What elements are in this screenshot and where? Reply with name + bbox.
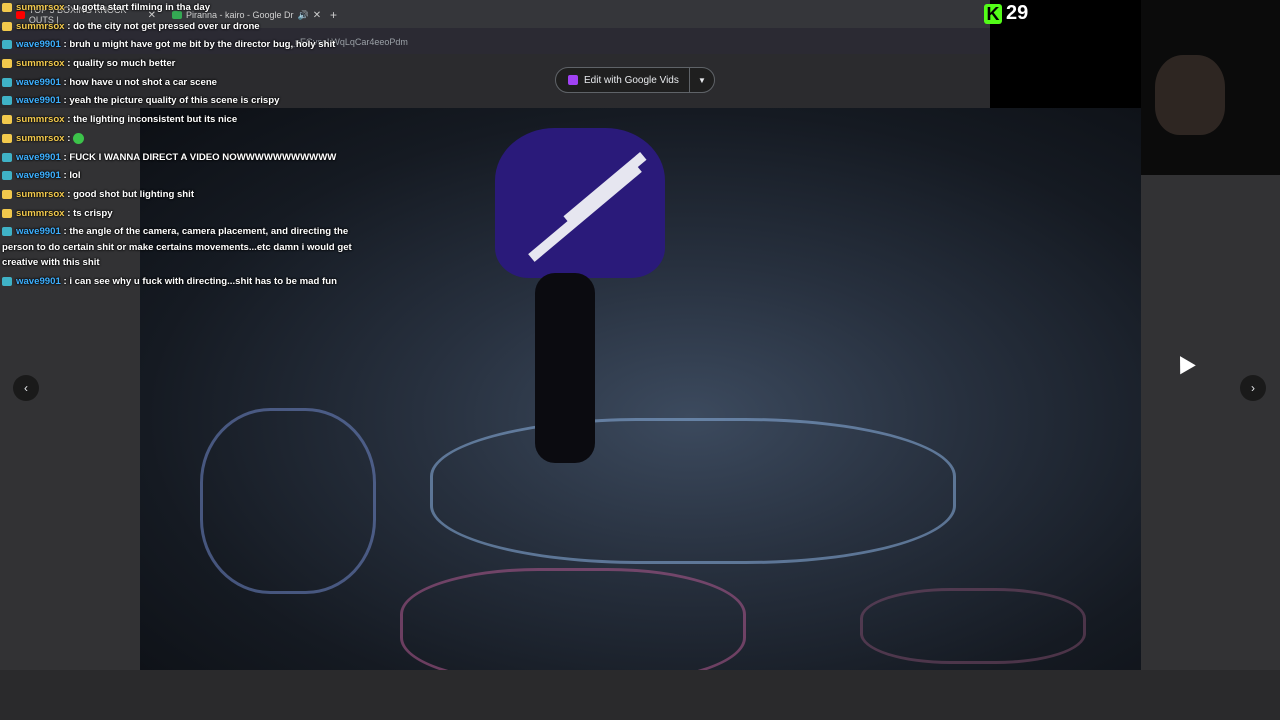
chat-message: summrsox : the lighting inconsistent but… — [2, 112, 362, 128]
drive-bottom-area — [0, 670, 1280, 720]
previous-file-button[interactable]: ‹ — [13, 375, 39, 401]
user-badge-icon — [2, 40, 12, 50]
user-badge-icon — [2, 152, 12, 162]
chat-text: : i can see why u fuck with directing...… — [63, 275, 337, 287]
next-file-button[interactable]: › — [1240, 375, 1266, 401]
chat-username: wave9901 — [16, 151, 61, 163]
chevron-left-icon: ‹ — [24, 381, 28, 395]
user-badge-icon — [2, 96, 12, 106]
user-badge-icon — [2, 77, 12, 87]
chat-text: : ts crispy — [67, 207, 113, 219]
chat-username: summrsox — [16, 58, 65, 70]
chat-text: : good shot but lighting shit — [67, 188, 195, 200]
chat-text: : bruh u might have got me bit by the di… — [63, 39, 336, 51]
webcam-feed — [1141, 0, 1280, 175]
emote-icon — [73, 132, 85, 144]
graffiti-shape — [430, 418, 956, 564]
chat-message: summrsox : u gotta start filming in tha … — [2, 0, 362, 16]
graffiti-shape — [400, 568, 746, 670]
chat-text: : — [67, 132, 71, 144]
jacket-stripe — [528, 164, 642, 262]
chat-message: wave9901 : lol — [2, 168, 362, 184]
edit-with-vids-button[interactable]: Edit with Google Vids ▼ — [555, 67, 715, 93]
chat-username: wave9901 — [16, 76, 61, 88]
user-badge-icon — [2, 115, 12, 125]
kick-logo-icon: K — [984, 3, 1002, 24]
chat-text: : lol — [63, 170, 81, 182]
person-legs — [535, 273, 595, 463]
chat-text: : do the city not get pressed over ur dr… — [67, 20, 260, 32]
chat-message: summrsox : good shot but lighting shit — [2, 187, 362, 203]
chat-username: summrsox — [16, 2, 65, 13]
drive-filelist-dimmed — [1141, 175, 1280, 670]
streamer-face — [1155, 55, 1225, 135]
chat-text: : yeah the picture quality of this scene… — [63, 95, 280, 107]
chat-message: wave9901 : yeah the picture quality of t… — [2, 93, 362, 109]
chat-message: summrsox : ts crispy — [2, 206, 362, 222]
chat-username: summrsox — [16, 114, 65, 126]
chat-message: wave9901 : how have u not shot a car sce… — [2, 75, 362, 91]
chat-message: wave9901 : the angle of the camera, came… — [2, 224, 362, 271]
graffiti-shape — [200, 408, 376, 594]
chat-text: : the lighting inconsistent but its nice — [67, 114, 238, 126]
person-figure — [495, 128, 665, 278]
chat-text: : quality so much better — [67, 58, 176, 70]
chat-overlay: summrsox : u gotta start filming in tha … — [2, 0, 362, 293]
viewer-counter: K 29 — [984, 2, 1028, 25]
jacket-stripe — [563, 152, 647, 224]
chat-username: wave9901 — [16, 95, 61, 107]
chat-message: summrsox : do the city not get pressed o… — [2, 19, 362, 35]
user-badge-icon — [2, 3, 12, 12]
chat-message: wave9901 : i can see why u fuck with dir… — [2, 274, 362, 290]
chat-username: summrsox — [16, 20, 65, 32]
user-badge-icon — [2, 21, 12, 31]
user-badge-icon — [2, 59, 12, 69]
user-badge-icon — [2, 208, 12, 218]
chat-username: wave9901 — [16, 170, 61, 182]
chevron-down-icon[interactable]: ▼ — [690, 76, 714, 85]
chat-username: summrsox — [16, 207, 65, 219]
user-badge-icon — [2, 227, 12, 237]
user-badge-icon — [2, 133, 12, 143]
chat-message: wave9901 : FUCK I WANNA DIRECT A VIDEO N… — [2, 150, 362, 166]
chat-username: summrsox — [16, 188, 65, 200]
vids-icon — [568, 75, 578, 85]
chat-text: : how have u not shot a car scene — [63, 76, 218, 88]
user-badge-icon — [2, 189, 12, 199]
chat-message: summrsox : — [2, 131, 362, 147]
chat-username: wave9901 — [16, 275, 61, 287]
user-badge-icon — [2, 171, 12, 181]
edit-with-vids-label: Edit with Google Vids — [584, 74, 679, 86]
viewer-count: 29 — [1006, 2, 1029, 24]
graffiti-shape — [860, 588, 1086, 664]
chat-username: summrsox — [16, 132, 65, 144]
chat-text: : FUCK I WANNA DIRECT A VIDEO NOWWWWWWWW… — [63, 151, 337, 163]
chat-message: wave9901 : bruh u might have got me bit … — [2, 37, 362, 53]
user-badge-icon — [2, 276, 12, 286]
chat-username: wave9901 — [16, 39, 61, 51]
chevron-right-icon: › — [1251, 381, 1255, 395]
chat-message: summrsox : quality so much better — [2, 56, 362, 72]
chat-text: : u gotta start filming in tha day — [67, 2, 211, 13]
chat-username: wave9901 — [16, 226, 61, 238]
